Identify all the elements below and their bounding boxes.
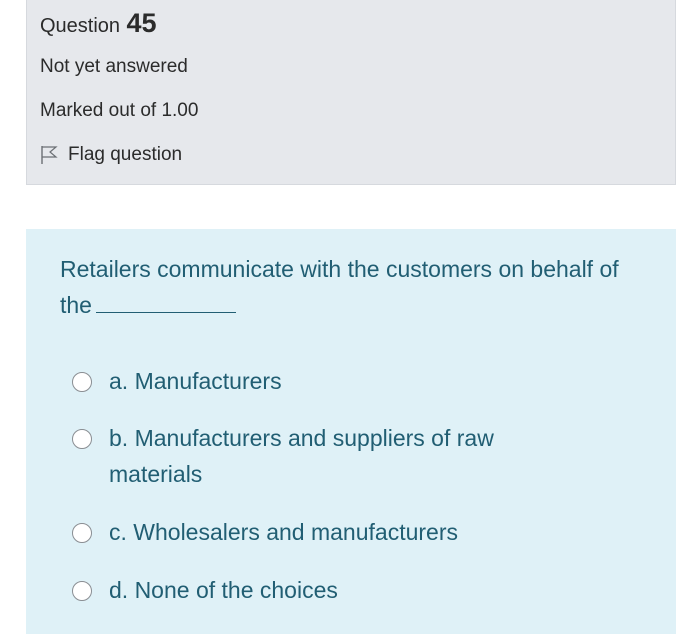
answer-blank (95, 295, 236, 313)
radio-button-b[interactable] (72, 429, 92, 449)
question-text: Retailers communicate with the customers… (60, 251, 620, 323)
question-word: Question (40, 15, 121, 37)
question-grade: Marked out of 1.00 (40, 100, 199, 121)
question-number-value: 45 (126, 8, 157, 38)
question-state: Not yet answered (40, 56, 188, 77)
answer-option-b[interactable]: b. Manufacturers and suppliers of raw ma… (72, 420, 632, 492)
question-content: Retailers communicate with the customers… (26, 229, 676, 634)
answer-option-d[interactable]: d. None of the choices (72, 572, 632, 608)
question-number: Question 45 (40, 8, 157, 39)
answer-label-b[interactable]: b. Manufacturers and suppliers of raw ma… (109, 420, 529, 492)
radio-button-d[interactable] (72, 581, 92, 601)
radio-button-c[interactable] (72, 523, 92, 543)
answer-label-a[interactable]: a. Manufacturers (109, 363, 569, 399)
answer-label-d[interactable]: d. None of the choices (109, 572, 569, 608)
flag-question-label: Flag question (68, 144, 183, 165)
answer-option-a[interactable]: a. Manufacturers (72, 363, 632, 399)
flag-question-link[interactable]: Flag question (40, 144, 182, 166)
question-info-panel: Question 45 Not yet answered Marked out … (26, 0, 676, 185)
answer-option-c[interactable]: c. Wholesalers and manufacturers (72, 514, 632, 550)
flag-icon (41, 146, 58, 164)
radio-button-a[interactable] (72, 372, 92, 392)
answer-label-c[interactable]: c. Wholesalers and manufacturers (109, 514, 569, 550)
